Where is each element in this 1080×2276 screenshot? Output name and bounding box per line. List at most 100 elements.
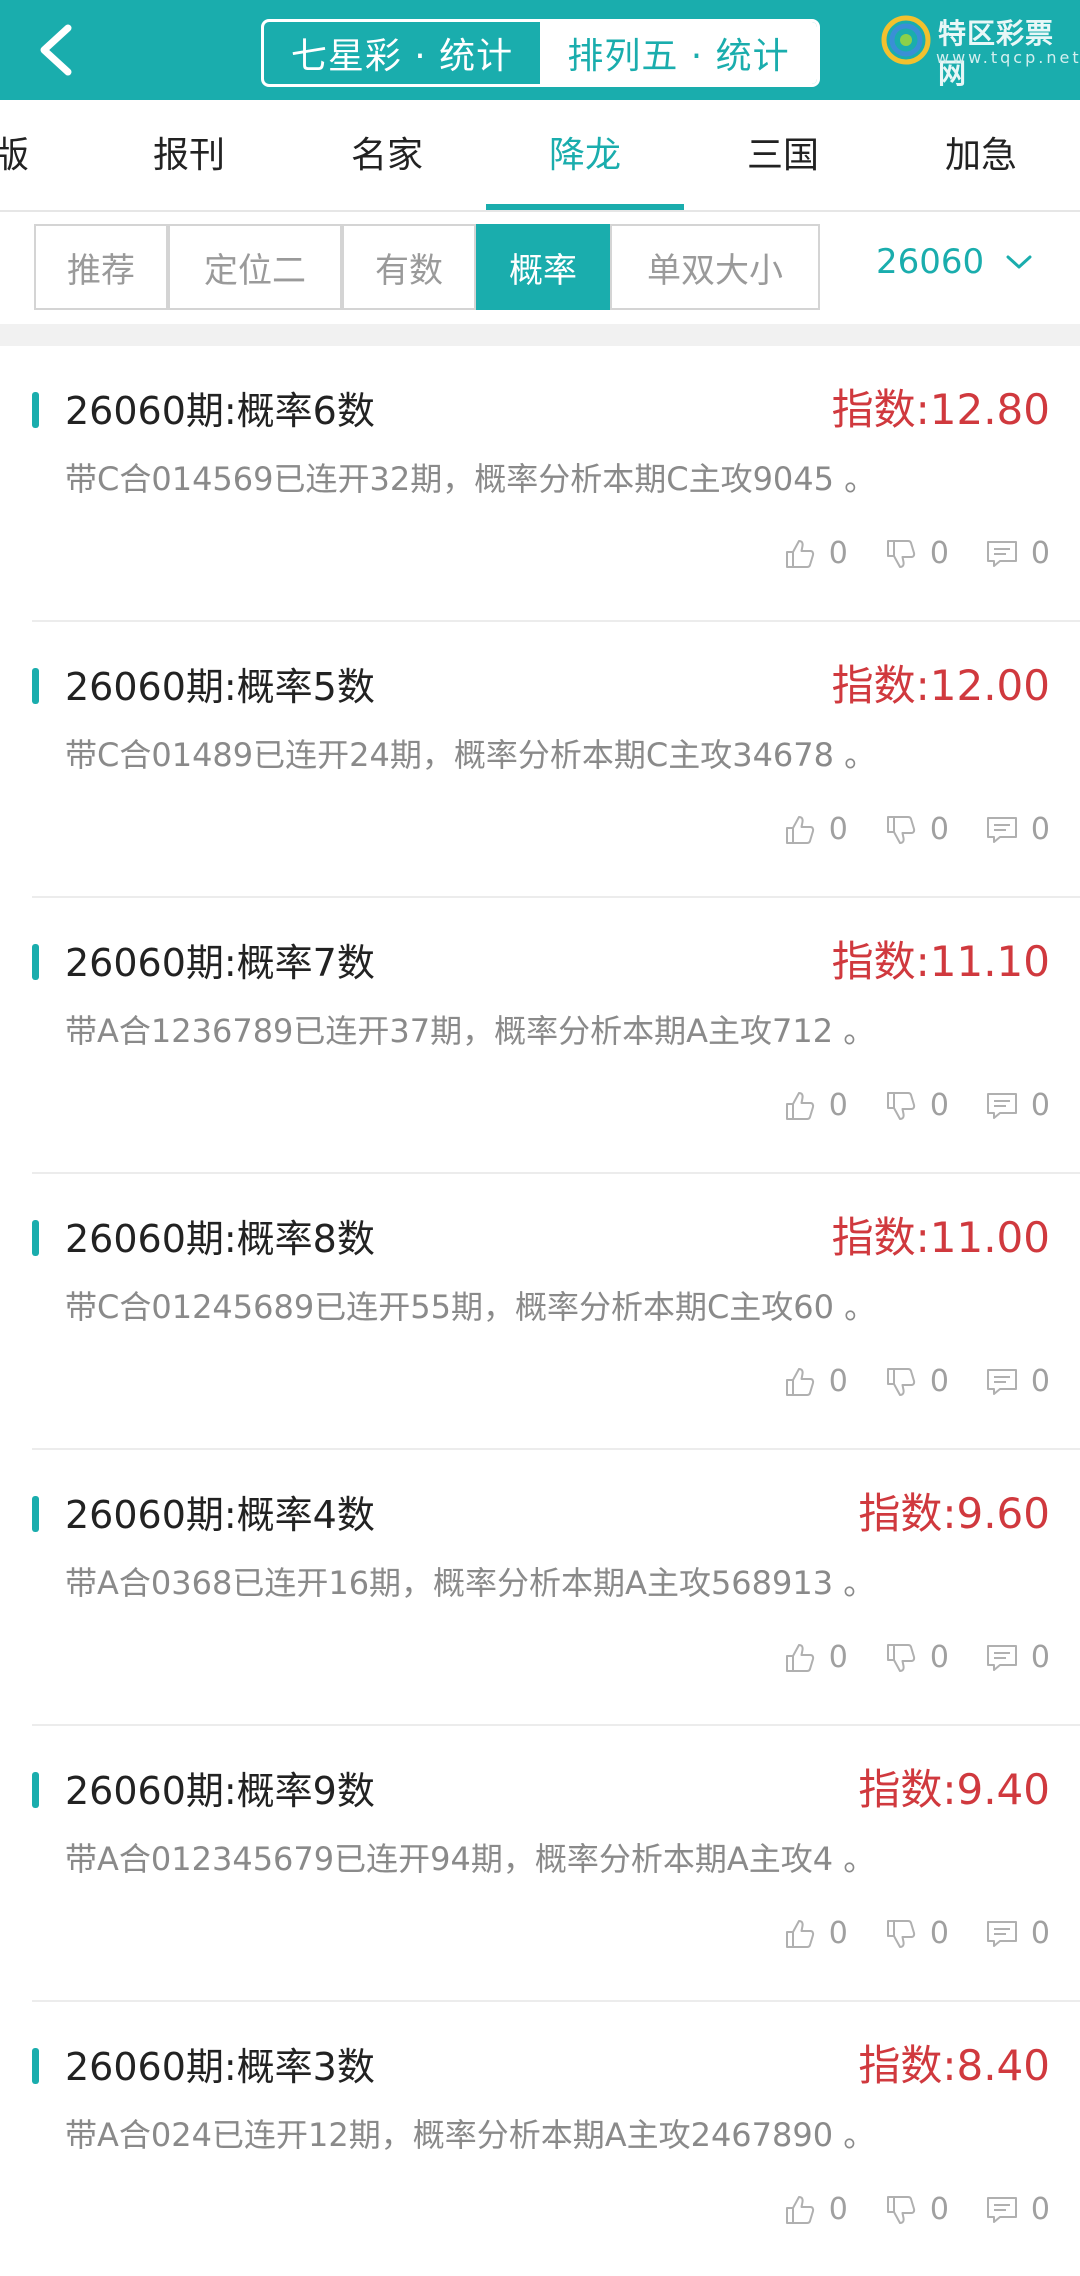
- period-value: 26060: [876, 242, 985, 282]
- dislike-count: 0: [929, 1088, 949, 1123]
- item-title: 26060期:概率8数: [65, 1217, 375, 1261]
- top-bar: 七星彩 · 统计 排列五 · 统计 特区彩票网 www.tqcp.net: [0, 0, 1080, 100]
- list-item[interactable]: 26060期:概率6数 指数:12.80 带C合014569已连开32期，概率分…: [32, 346, 1080, 622]
- accent-bar: [32, 668, 39, 704]
- comment-button[interactable]: 0: [985, 1088, 1050, 1123]
- nav-item-experts[interactable]: 名家: [288, 100, 486, 210]
- like-button[interactable]: 0: [783, 1916, 848, 1951]
- lottery-segmented-control: 七星彩 · 统计 排列五 · 统计: [261, 19, 820, 87]
- dislike-button[interactable]: 0: [884, 536, 949, 571]
- dislike-button[interactable]: 0: [884, 1640, 949, 1675]
- accent-bar: [32, 1496, 39, 1532]
- chip-has-numbers[interactable]: 有数: [342, 224, 476, 310]
- dislike-count: 0: [929, 1364, 949, 1399]
- list-item[interactable]: 26060期:概率8数 指数:11.00 带C合01245689已连开55期，概…: [32, 1174, 1080, 1450]
- section-divider: [0, 324, 1080, 346]
- thumbs-down-icon: [886, 2195, 915, 2224]
- thumbs-down-icon: [886, 1919, 915, 1948]
- item-title: 26060期:概率9数: [65, 1769, 375, 1813]
- item-index: 指数:9.40: [858, 1765, 1050, 1814]
- like-count: 0: [828, 1916, 848, 1951]
- dislike-count: 0: [929, 1916, 949, 1951]
- comment-button[interactable]: 0: [985, 812, 1050, 847]
- dislike-button[interactable]: 0: [884, 1364, 949, 1399]
- comment-button[interactable]: 0: [985, 1364, 1050, 1399]
- like-count: 0: [828, 812, 848, 847]
- thumbs-up-icon: [785, 815, 814, 844]
- item-actions: 0 0 0: [747, 1088, 1050, 1123]
- filter-bar: 推荐 定位二 有数 概率 单双大小 26060: [0, 214, 1080, 324]
- dislike-button[interactable]: 0: [884, 1088, 949, 1123]
- list-item[interactable]: 26060期:概率5数 指数:12.00 带C合01489已连开24期，概率分析…: [32, 622, 1080, 898]
- dislike-button[interactable]: 0: [884, 1916, 949, 1951]
- list-item[interactable]: 26060期:概率9数 指数:9.40 带A合012345679已连开94期，概…: [32, 1726, 1080, 2002]
- item-actions: 0 0 0: [747, 812, 1050, 847]
- comment-icon: [986, 816, 1017, 843]
- item-description: 带A合1236789已连开37期，概率分析本期A主攻712 。: [65, 1012, 876, 1050]
- tab-pailie-five-stats[interactable]: 排列五 · 统计: [540, 22, 817, 84]
- item-description: 带A合0368已连开16期，概率分析本期A主攻568913 。: [65, 1564, 876, 1602]
- period-selector[interactable]: 26060: [876, 242, 1034, 282]
- dislike-count: 0: [929, 812, 949, 847]
- comment-button[interactable]: 0: [985, 536, 1050, 571]
- nav-item-sanguo[interactable]: 三国: [684, 100, 882, 210]
- like-button[interactable]: 0: [783, 1364, 848, 1399]
- comment-button[interactable]: 0: [985, 1640, 1050, 1675]
- like-button[interactable]: 0: [783, 1088, 848, 1123]
- chip-probability[interactable]: 概率: [476, 224, 610, 310]
- item-title: 26060期:概率4数: [65, 1493, 375, 1537]
- comment-icon: [986, 540, 1017, 567]
- comment-count: 0: [1030, 1640, 1050, 1675]
- dislike-count: 0: [929, 2192, 949, 2227]
- comment-count: 0: [1030, 1916, 1050, 1951]
- chip-odd-even-size[interactable]: 单双大小: [610, 224, 820, 310]
- like-button[interactable]: 0: [783, 812, 848, 847]
- thumbs-down-icon: [886, 539, 915, 568]
- list-item[interactable]: 26060期:概率4数 指数:9.60 带A合0368已连开16期，概率分析本期…: [32, 1450, 1080, 1726]
- item-index: 指数:11.10: [831, 937, 1050, 986]
- active-tab-indicator: [486, 204, 684, 210]
- thumbs-down-icon: [886, 1091, 915, 1120]
- like-button[interactable]: 0: [783, 2192, 848, 2227]
- item-actions: 0 0 0: [747, 536, 1050, 571]
- item-description: 带C合01245689已连开55期，概率分析本期C主攻60 。: [65, 1288, 877, 1326]
- dislike-button[interactable]: 0: [884, 2192, 949, 2227]
- item-title: 26060期:概率7数: [65, 941, 375, 985]
- comment-count: 0: [1030, 2192, 1050, 2227]
- logo-swirl-icon: [881, 15, 931, 65]
- like-count: 0: [828, 1088, 848, 1123]
- list-item[interactable]: 26060期:概率3数 指数:8.40 带A合024已连开12期，概率分析本期A…: [32, 2002, 1080, 2276]
- item-title: 26060期:概率3数: [65, 2045, 375, 2089]
- item-title: 26060期:概率6数: [65, 389, 375, 433]
- comment-count: 0: [1030, 812, 1050, 847]
- thumbs-down-icon: [886, 1367, 915, 1396]
- item-index: 指数:12.00: [831, 661, 1050, 710]
- like-button[interactable]: 0: [783, 536, 848, 571]
- logo-url: www.tqcp.net: [936, 48, 1080, 67]
- like-button[interactable]: 0: [783, 1640, 848, 1675]
- nav-item-jianglong[interactable]: 降龙: [486, 100, 684, 210]
- chip-recommend[interactable]: 推荐: [34, 224, 168, 310]
- comment-button[interactable]: 0: [985, 2192, 1050, 2227]
- comment-button[interactable]: 0: [985, 1916, 1050, 1951]
- item-actions: 0 0 0: [747, 2192, 1050, 2227]
- chip-position-two[interactable]: 定位二: [168, 224, 342, 310]
- tab-seven-star-stats[interactable]: 七星彩 · 统计: [264, 22, 540, 84]
- item-description: 带C合014569已连开32期，概率分析本期C主攻9045 。: [65, 460, 877, 498]
- accent-bar: [32, 944, 39, 980]
- nav-item-newspaper[interactable]: 报刊: [90, 100, 288, 210]
- item-index: 指数:11.00: [831, 1213, 1050, 1262]
- thumbs-up-icon: [785, 1367, 814, 1396]
- back-arrow-icon[interactable]: [28, 20, 88, 80]
- thumbs-up-icon: [785, 1919, 814, 1948]
- comment-icon: [986, 1920, 1017, 1947]
- accent-bar: [32, 2048, 39, 2084]
- comment-count: 0: [1030, 536, 1050, 571]
- dislike-button[interactable]: 0: [884, 812, 949, 847]
- nav-item-urgent[interactable]: 加急: [882, 100, 1080, 210]
- item-actions: 0 0 0: [747, 1364, 1050, 1399]
- list-item[interactable]: 26060期:概率7数 指数:11.10 带A合1236789已连开37期，概率…: [32, 898, 1080, 1174]
- item-description: 带A合024已连开12期，概率分析本期A主攻2467890 。: [65, 2116, 876, 2154]
- comment-icon: [986, 1644, 1017, 1671]
- thumbs-down-icon: [886, 1643, 915, 1672]
